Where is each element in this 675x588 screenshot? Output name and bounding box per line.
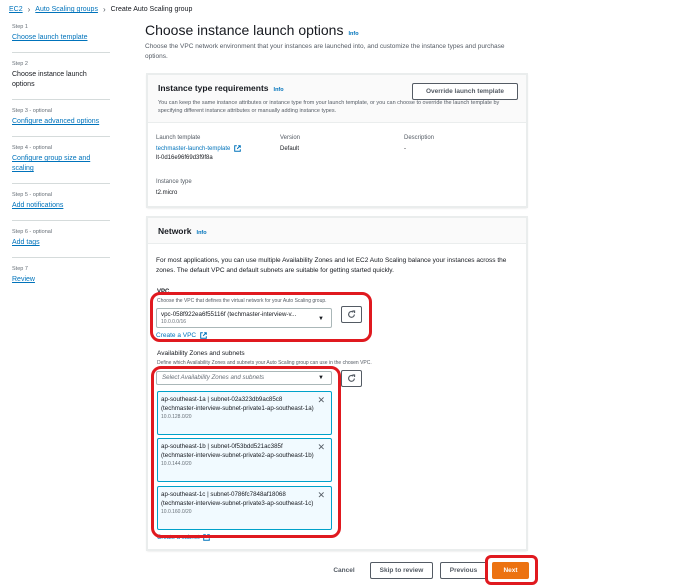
launch-template-label: Launch template [156,135,201,141]
panel-title: Network Info [158,226,516,236]
step-link-choose-launch-template[interactable]: Choose launch template [12,33,110,43]
subnet-token-cidr: 10.0.144.0/20 [161,461,192,467]
refresh-icon [348,374,356,382]
step-5: Step 5 - optional Add notifications [12,192,110,221]
az-hint: Define which Availability Zones and subn… [157,360,372,366]
create-subnet-text[interactable]: Create a subnet [157,535,200,541]
step-number: Step 2 [12,61,28,67]
create-subnet-link[interactable]: Create a subnet [157,534,211,541]
launch-template-link[interactable]: techmaster-launch-template [156,146,230,152]
subnet-token: ap-southeast-1c | subnet-0786fc7848af180… [157,486,332,530]
step-4: Step 4 - optional Configure group size a… [12,145,110,184]
info-link[interactable]: Info [197,230,207,236]
az-label: Availability Zones and subnets [157,350,245,357]
chevron-right-icon: › [102,5,106,14]
step-link-review[interactable]: Review [12,275,110,285]
page-description: Choose the VPC network environment that … [145,43,505,60]
vpc-select[interactable]: vpc-058f922ea6f55116f (techmaster-interv… [156,308,332,328]
version-value: Default [280,146,300,152]
refresh-vpc-button[interactable] [341,306,362,323]
create-vpc-link[interactable]: Create a VPC [156,332,207,339]
breadcrumb: EC2 › Auto Scaling groups › Create Auto … [9,5,192,14]
remove-subnet-icon[interactable]: ✕ [317,395,325,406]
external-link-icon[interactable] [200,332,207,339]
subnet-token-name: ap-southeast-1b | subnet-0f53bdd521ac385… [161,443,314,459]
description-value: - [404,146,406,152]
wizard-steps: Step 1 Choose launch template Step 2 Cho… [12,24,110,302]
instance-type-title: Instance type requirements [158,83,269,93]
subnet-token: ap-southeast-1b | subnet-0f53bdd521ac385… [157,438,332,482]
main-content: Choose instance launch options Info Choo… [145,22,528,62]
step-number: Step 3 - optional [12,108,53,114]
network-description: For most applications, you can use multi… [156,257,507,274]
step-number: Step 6 - optional [12,229,53,235]
override-launch-template-button[interactable]: Override launch template [412,83,518,100]
instance-type-label: Instance type [156,179,192,185]
skip-to-review-button[interactable]: Skip to review [370,562,433,579]
remove-subnet-icon[interactable]: ✕ [317,490,325,501]
step-link-configure-group-size[interactable]: Configure group size and scaling [12,154,110,174]
step-6: Step 6 - optional Add tags [12,229,110,258]
description-field: Description - [404,135,434,154]
step-number: Step 4 - optional [12,145,53,151]
refresh-subnets-button[interactable] [341,370,362,387]
instance-type-panel: Instance type requirements Info Override… [147,74,527,207]
caret-down-icon: ▼ [318,375,324,381]
instance-type-field: Instance type t2.micro [156,179,192,198]
remove-subnet-icon[interactable]: ✕ [317,442,325,453]
network-title: Network [158,226,192,236]
external-link-icon[interactable] [203,534,211,541]
instance-type-panel-header: Instance type requirements Info Override… [148,75,526,123]
subnet-token-name: ap-southeast-1a | subnet-02a323db9ac85c8… [161,396,314,412]
instance-type-description: You can keep the same instance attribute… [158,100,500,114]
network-panel-header: Network Info [148,218,526,244]
launch-template-field: Launch template techmaster-launch-templa… [156,135,241,163]
vpc-label: VPC [157,289,170,295]
launch-template-value-row: techmaster-launch-template [156,145,241,154]
step-1: Step 1 Choose launch template [12,24,110,53]
breadcrumb-current: Create Auto Scaling group [110,6,193,13]
page-title-text: Choose instance launch options [145,22,344,38]
refresh-icon [348,310,356,318]
next-button[interactable]: Next [492,562,529,579]
info-link[interactable]: Info [274,87,284,93]
cancel-button[interactable]: Cancel [327,562,361,579]
launch-template-id: lt-0d16e96f69d3f9f8a [156,155,213,162]
step-link-configure-advanced-options[interactable]: Configure advanced options [12,117,110,127]
previous-button[interactable]: Previous [440,562,487,579]
info-link[interactable]: Info [348,31,358,37]
step-3: Step 3 - optional Configure advanced opt… [12,108,110,137]
breadcrumb-auto-scaling-groups[interactable]: Auto Scaling groups [35,6,98,13]
vpc-hint: Choose the VPC that defines the virtual … [157,298,327,304]
vpc-select-cidr: 10.0.0.0/16 [161,319,187,325]
chevron-right-icon: › [27,5,31,14]
version-field: Version Default [280,135,300,154]
subnet-token-name: ap-southeast-1c | subnet-0786fc7848af180… [161,491,314,507]
subnet-token-cidr: 10.0.160.0/20 [161,509,192,515]
vpc-select-value: vpc-058f922ea6f55116f (techmaster-interv… [161,311,297,318]
breadcrumb-ec2[interactable]: EC2 [9,6,23,13]
step-link-add-tags[interactable]: Add tags [12,238,110,248]
description-label: Description [404,135,435,141]
step-number: Step 7 [12,266,28,272]
availability-zones-select[interactable]: Select Availability Zones and subnets ▼ [156,371,332,385]
subnet-token-cidr: 10.0.128.0/20 [161,414,192,420]
step-7: Step 7 Review [12,266,110,294]
external-link-icon[interactable] [234,145,241,152]
step-number: Step 5 - optional [12,192,53,198]
create-vpc-text[interactable]: Create a VPC [156,332,196,339]
step-number: Step 1 [12,24,28,30]
availability-zones-placeholder: Select Availability Zones and subnets [162,374,265,381]
instance-type-value: t2.micro [156,190,178,196]
subnet-token: ap-southeast-1a | subnet-02a323db9ac85c8… [157,391,332,435]
step-2: Step 2 Choose instance launch options [12,61,110,100]
step-current-title: Choose instance launch options [12,71,87,88]
step-link-add-notifications[interactable]: Add notifications [12,201,110,211]
caret-down-icon: ▼ [318,316,324,322]
page-title: Choose instance launch options Info [145,22,528,38]
version-label: Version [280,135,301,141]
